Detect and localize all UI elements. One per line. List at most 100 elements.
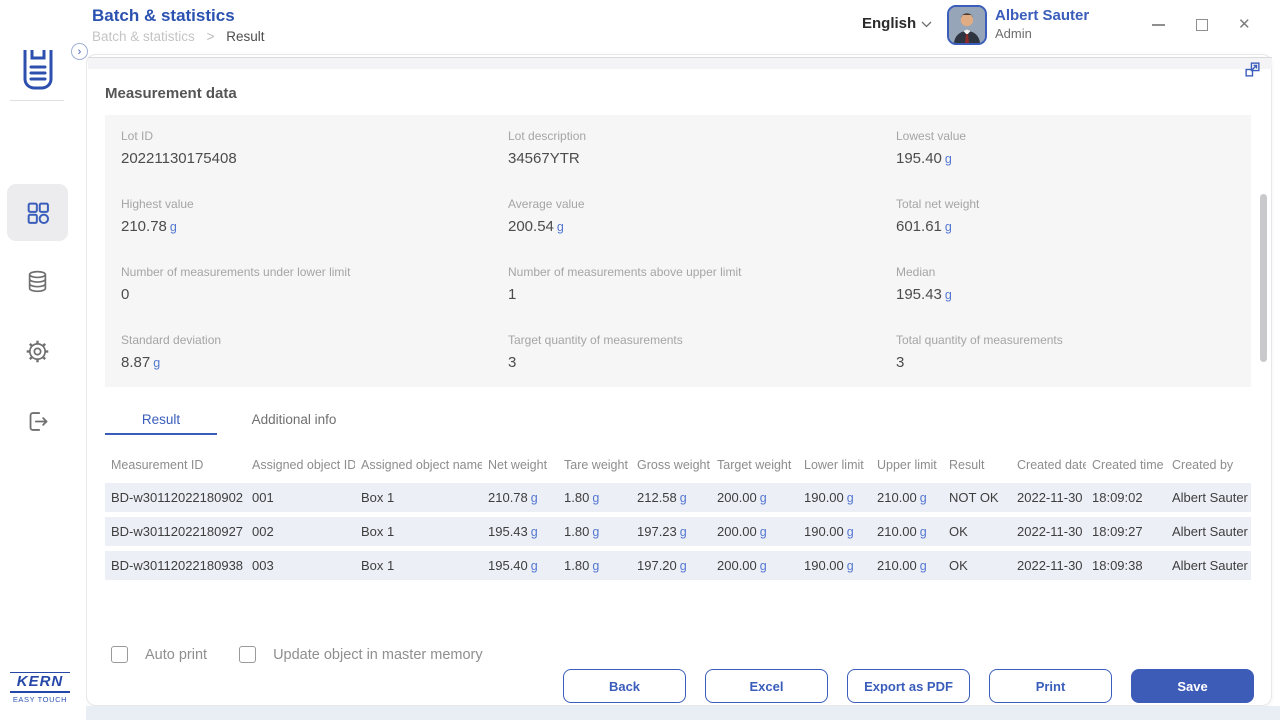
table-cell: OK <box>943 524 1011 539</box>
expand-icon <box>1244 61 1261 78</box>
content-card: Measurement data Lot ID20221130175408Lot… <box>86 54 1272 706</box>
auto-print-option[interactable]: Auto print <box>111 646 207 663</box>
sidebar-item-logout[interactable] <box>7 393 68 450</box>
unit-label: g <box>557 220 564 234</box>
breadcrumb-parent[interactable]: Batch & statistics <box>92 29 195 44</box>
table-row[interactable]: BD-w30112022180902001Box 1210.78g1.80g 21… <box>105 483 1251 512</box>
window-minimize-button[interactable] <box>1152 24 1165 26</box>
user-photo <box>949 7 985 43</box>
column-header: Assigned object name <box>355 458 482 472</box>
unit-label: g <box>680 525 687 539</box>
unit-label: g <box>920 525 927 539</box>
breadcrumb: Batch & statistics > Result <box>92 29 264 44</box>
unit-label: g <box>945 220 952 234</box>
sidebar-item-database[interactable] <box>7 253 68 310</box>
field: Standard deviation8.87g <box>105 319 492 387</box>
table-cell: 210.00g <box>871 490 943 505</box>
column-header: Result <box>943 458 1011 472</box>
table-cell: Albert Sauter <box>1166 558 1251 573</box>
chevron-down-icon <box>921 21 932 28</box>
unit-label: g <box>920 559 927 573</box>
table-cell: 200.00g <box>711 524 798 539</box>
window-close-button[interactable]: ✕ <box>1238 15 1251 33</box>
field: Number of measurements above upper limit… <box>492 251 880 319</box>
column-header: Created by <box>1166 458 1251 472</box>
export-pdf-button[interactable]: Export as PDF <box>847 669 970 703</box>
window-maximize-button[interactable] <box>1196 19 1208 31</box>
field-label: Median <box>896 265 1251 279</box>
field-value: 601.61g <box>896 218 1251 235</box>
sidebar-expand-button[interactable]: › <box>71 43 88 60</box>
table-cell: OK <box>943 558 1011 573</box>
table-cell: 002 <box>246 524 355 539</box>
sidebar-item-apps[interactable] <box>7 184 68 241</box>
unit-label: g <box>847 559 854 573</box>
column-header: Created date <box>1011 458 1086 472</box>
table-row[interactable]: BD-w30112022180938003Box 1195.40g1.80g19… <box>105 551 1251 580</box>
table-cell: Albert Sauter <box>1166 524 1251 539</box>
field: Total net weight601.61g <box>880 183 1251 251</box>
table-cell: 197.23g <box>631 524 711 539</box>
avatar[interactable] <box>947 5 987 45</box>
tabs: Result Additional info <box>105 403 359 435</box>
unit-label: g <box>760 491 767 505</box>
unit-label: g <box>531 491 538 505</box>
field: Lot description34567YTR <box>492 115 880 183</box>
column-header: Lower limit <box>798 458 871 472</box>
table-cell: 18:09:38 <box>1086 558 1166 573</box>
field-label: Standard deviation <box>121 333 492 347</box>
table-cell: 003 <box>246 558 355 573</box>
sidebar-item-settings[interactable] <box>7 323 68 380</box>
field: Number of measurements under lower limit… <box>105 251 492 319</box>
language-selector[interactable]: English <box>862 15 932 32</box>
vertical-scrollbar-thumb[interactable] <box>1260 194 1267 362</box>
tab-result[interactable]: Result <box>105 403 217 435</box>
auto-print-checkbox[interactable] <box>111 646 128 663</box>
table-cell: Albert Sauter <box>1166 490 1251 505</box>
unit-label: g <box>531 559 538 573</box>
tab-additional-info[interactable]: Additional info <box>229 403 359 435</box>
table-cell: 195.43g <box>482 524 558 539</box>
language-label: English <box>862 15 916 32</box>
update-object-checkbox[interactable] <box>239 646 256 663</box>
back-button[interactable]: Back <box>563 669 686 703</box>
field-label: Average value <box>508 197 880 211</box>
expand-panel-button[interactable] <box>1244 61 1262 79</box>
table-cell: BD-w30112022180902 <box>105 490 246 505</box>
table-cell: 1.80g <box>558 490 631 505</box>
unit-label: g <box>847 491 854 505</box>
column-header: Target weight <box>711 458 798 472</box>
table-cell: 18:09:27 <box>1086 524 1166 539</box>
field-label: Lot ID <box>121 129 492 143</box>
column-header: Gross weight <box>631 458 711 472</box>
print-button[interactable]: Print <box>989 669 1112 703</box>
field: Lowest value195.40g <box>880 115 1251 183</box>
table-cell: 190.00g <box>798 524 871 539</box>
user-name[interactable]: Albert Sauter <box>995 7 1089 24</box>
field-value: 34567YTR <box>508 150 880 167</box>
field-value: 195.40g <box>896 150 1251 167</box>
field: Target quantity of measurements3 <box>492 319 880 387</box>
table-row[interactable]: BD-w30112022180927002Box 1195.43g1.80g19… <box>105 517 1251 546</box>
column-header: Net weight <box>482 458 558 472</box>
table-cell: 001 <box>246 490 355 505</box>
field-value: 210.78g <box>121 218 492 235</box>
excel-button[interactable]: Excel <box>705 669 828 703</box>
column-header: Created time <box>1086 458 1166 472</box>
auto-print-label: Auto print <box>145 647 207 663</box>
apps-grid-icon <box>24 199 52 227</box>
update-object-option[interactable]: Update object in master memory <box>239 646 483 663</box>
table-cell: NOT OK <box>943 490 1011 505</box>
table-cell: Box 1 <box>355 490 482 505</box>
unit-label: g <box>920 491 927 505</box>
field: Total quantity of measurements3 <box>880 319 1251 387</box>
update-object-label: Update object in master memory <box>273 647 483 663</box>
table-cell: Box 1 <box>355 524 482 539</box>
user-role: Admin <box>995 26 1032 41</box>
table-cell: 210.78g <box>482 490 558 505</box>
unit-label: g <box>153 356 160 370</box>
table-cell: 2022-11-30 <box>1011 558 1086 573</box>
column-header: Measurement ID <box>105 458 246 472</box>
sidebar: KERN EASY TOUCH <box>0 0 86 720</box>
save-button[interactable]: Save <box>1131 669 1254 703</box>
